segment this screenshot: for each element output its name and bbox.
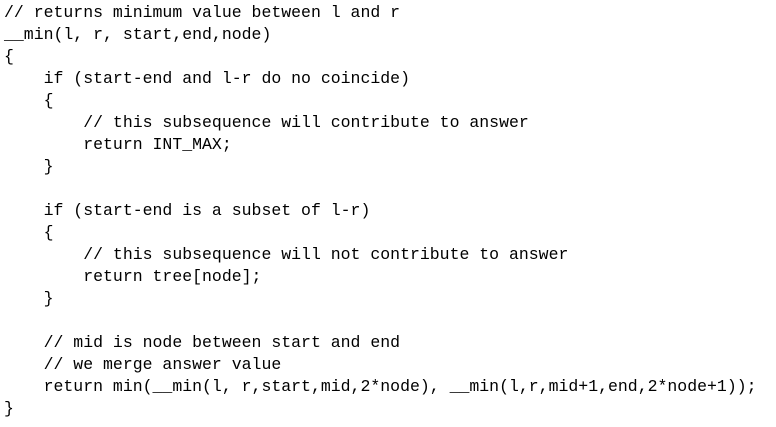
code-line: } xyxy=(4,289,54,308)
code-line: __min(l, r, start,end,node) xyxy=(4,25,272,44)
code-line: { xyxy=(4,47,14,66)
code-line: // this subsequence will not contribute … xyxy=(4,245,569,264)
code-line: return tree[node]; xyxy=(4,267,262,286)
code-line: if (start-end is a subset of l-r) xyxy=(4,201,371,220)
code-line: } xyxy=(4,399,14,418)
code-line: { xyxy=(4,223,54,242)
code-line: return min(__min(l, r,start,mid,2*node),… xyxy=(4,377,757,396)
code-line: if (start-end and l-r do no coincide) xyxy=(4,69,410,88)
code-line: // we merge answer value xyxy=(4,355,282,374)
code-line: } xyxy=(4,157,54,176)
code-block: // returns minimum value between l and r… xyxy=(4,2,757,420)
code-line: { xyxy=(4,91,54,110)
code-line: return INT_MAX; xyxy=(4,135,232,154)
code-line: // returns minimum value between l and r xyxy=(4,3,401,22)
code-line: // this subsequence will contribute to a… xyxy=(4,113,529,132)
code-line: // mid is node between start and end xyxy=(4,333,401,352)
